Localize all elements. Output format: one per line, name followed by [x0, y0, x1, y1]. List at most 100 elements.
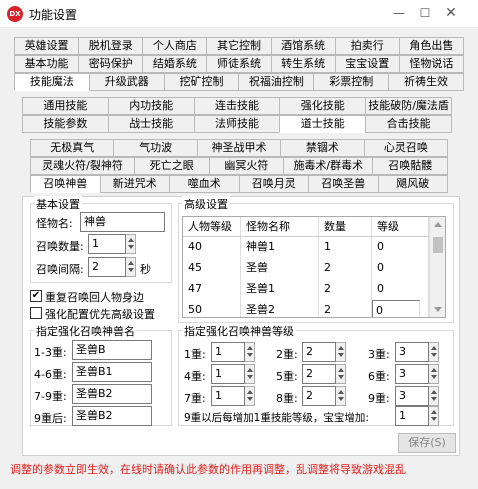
skilltab-soul-fire[interactable]: 灵魂火符/裂神符 — [30, 157, 134, 175]
skilltab-wuji[interactable]: 无极真气 — [30, 139, 114, 157]
level-input[interactable]: 2 — [302, 386, 336, 406]
tab-rebirth[interactable]: 转生系统 — [270, 55, 335, 73]
level-spinner[interactable] — [336, 386, 346, 406]
skilltab-bloodsuck[interactable]: 噬血术 — [169, 175, 239, 193]
cell-monster: 圣兽1 — [241, 279, 319, 300]
level-input[interactable]: 3 — [395, 386, 429, 406]
redo-summon-checkbox[interactable]: ✔ — [30, 290, 42, 302]
subtab-warrior[interactable]: 战士技能 — [107, 115, 194, 133]
names-row-input[interactable]: 圣兽B — [72, 340, 152, 360]
tab-password[interactable]: 密码保护 — [78, 55, 143, 73]
skilltab-holy-armor[interactable]: 神圣战甲术 — [196, 139, 281, 157]
level-input[interactable]: 1 — [211, 364, 245, 384]
level-label: 8重: — [276, 392, 298, 405]
tab-upgrade[interactable]: 升级武器 — [88, 73, 164, 91]
advanced-table: 人物等级 怪物名称 数量 等级 40 神兽1 1 0 45 圣兽 2 0 47 … — [182, 216, 446, 318]
cell-grade: 0 — [372, 237, 429, 258]
redo-summon-label: 重复召唤回人物身边 — [45, 291, 144, 304]
names-row-input[interactable]: 圣兽B2 — [72, 384, 152, 404]
level-input[interactable]: 1 — [211, 386, 245, 406]
advanced-settings-title: 高级设置 — [182, 196, 230, 212]
level-spinner[interactable] — [429, 342, 439, 362]
tab-mining[interactable]: 挖矿控制 — [163, 73, 239, 91]
tab-offline[interactable]: 脱机登录 — [78, 37, 143, 55]
priority-checkbox[interactable] — [30, 307, 42, 319]
level-spinner[interactable] — [336, 342, 346, 362]
subtab-break[interactable]: 技能破防/魔法盾 — [365, 97, 452, 115]
tab-master[interactable]: 师徒系统 — [206, 55, 271, 73]
cell-monster: 圣兽2 — [241, 300, 319, 317]
monster-name-input[interactable]: 神兽 — [80, 212, 165, 232]
tab-tavern[interactable]: 酒馆系统 — [270, 37, 335, 55]
tab-pray[interactable]: 祈祷生效 — [388, 73, 464, 91]
level-spinner[interactable] — [245, 364, 255, 384]
skilltab-poison[interactable]: 施毒术/群毒术 — [283, 157, 373, 175]
summon-count-input[interactable]: 1 — [88, 234, 126, 254]
skilltab-imprison[interactable]: 禁锢术 — [280, 139, 364, 157]
skilltab-qigong[interactable]: 气功波 — [113, 139, 197, 157]
skilltab-moon-spirit[interactable]: 召唤月灵 — [238, 175, 308, 193]
close-icon[interactable]: ✕ — [440, 4, 462, 22]
subtab-enhance[interactable]: 强化技能 — [279, 97, 366, 115]
subtab-combined[interactable]: 合击技能 — [365, 115, 452, 133]
tab-sell[interactable]: 角色出售 — [398, 37, 464, 55]
tab-hero[interactable]: 英雄设置 — [14, 37, 79, 55]
col-player-level: 人物等级 — [183, 217, 241, 236]
skilltab-divine-beast[interactable]: 召唤神兽 — [30, 175, 100, 193]
subtab-inner[interactable]: 内功技能 — [107, 97, 194, 115]
table-row[interactable]: 47 圣兽1 2 0 — [183, 279, 445, 300]
summon-interval-spinner[interactable] — [126, 257, 136, 277]
subtab-params[interactable]: 技能参数 — [22, 115, 108, 133]
table-row[interactable]: 45 圣兽 2 0 — [183, 258, 445, 279]
tab-skills[interactable]: 技能魔法 — [14, 73, 89, 91]
table-row[interactable]: 40 神兽1 1 0 — [183, 237, 445, 258]
skilltab-holy-beast[interactable]: 召唤圣兽 — [308, 175, 378, 193]
names-row-input[interactable]: 圣兽B1 — [72, 362, 152, 382]
level-spinner[interactable] — [245, 386, 255, 406]
subtab-mage[interactable]: 法师技能 — [193, 115, 280, 133]
minimize-icon[interactable]: — — [388, 4, 410, 22]
skilltab-spirit-summon[interactable]: 心灵召唤 — [363, 139, 449, 157]
subtab-taoist[interactable]: 道士技能 — [279, 115, 366, 133]
level-input[interactable]: 3 — [395, 364, 429, 384]
tab-auction[interactable]: 拍卖行 — [334, 37, 399, 55]
table-scrollbar[interactable] — [429, 217, 445, 317]
level-spinner[interactable] — [245, 342, 255, 362]
subtab-combo[interactable]: 连击技能 — [193, 97, 280, 115]
subtab-common[interactable]: 通用技能 — [22, 97, 108, 115]
tab-monster-talk[interactable]: 怪物说话 — [398, 55, 464, 73]
tab-row-2: 基本功能 密码保护 结婚系统 师徒系统 转生系统 宝宝设置 怪物说话 — [14, 55, 464, 73]
level-input[interactable]: 2 — [302, 364, 336, 384]
level-spinner[interactable] — [336, 364, 346, 384]
tab-pet[interactable]: 宝宝设置 — [334, 55, 399, 73]
skilltab-skeleton[interactable]: 召唤骷髅 — [372, 157, 449, 175]
tab-other[interactable]: 其它控制 — [206, 37, 271, 55]
level-spinner[interactable] — [429, 364, 439, 384]
skilltab-death-eye[interactable]: 死亡之眼 — [134, 157, 209, 175]
col-monster-name: 怪物名称 — [241, 217, 319, 236]
skilltab-curse[interactable]: 新进咒术 — [99, 175, 169, 193]
skilltab-nether-fire[interactable]: 幽冥火符 — [208, 157, 284, 175]
save-button[interactable]: 保存(S) — [398, 433, 456, 453]
skilltab-hurricane[interactable]: 飓风破 — [377, 175, 448, 193]
level-input[interactable]: 2 — [302, 342, 336, 362]
level-spinner[interactable] — [429, 386, 439, 406]
tab-lottery[interactable]: 彩票控制 — [313, 73, 389, 91]
summon-interval-input[interactable]: 2 — [88, 257, 126, 277]
enhanced-levels-title: 指定强化召唤神兽等级 — [182, 323, 296, 339]
tab-marriage[interactable]: 结婚系统 — [142, 55, 207, 73]
table-row[interactable]: 50 圣兽2 2 0 — [183, 300, 445, 317]
summon-count-label: 召唤数量: — [36, 240, 84, 253]
summon-count-spinner[interactable] — [126, 234, 136, 254]
tab-shop[interactable]: 个人商店 — [142, 37, 207, 55]
level-input[interactable]: 3 — [395, 342, 429, 362]
tab-basic[interactable]: 基本功能 — [14, 55, 79, 73]
extra-level-input[interactable]: 1 — [395, 406, 429, 426]
extra-level-spinner[interactable] — [429, 406, 439, 426]
level-input[interactable]: 1 — [211, 342, 245, 362]
cell-qty: 2 — [319, 279, 372, 300]
maximize-icon[interactable]: ☐ — [414, 4, 436, 22]
cell-grade-editor[interactable]: 0 — [372, 300, 420, 317]
names-row-input[interactable]: 圣兽B2 — [72, 406, 152, 426]
tab-bless-oil[interactable]: 祝福油控制 — [238, 73, 314, 91]
